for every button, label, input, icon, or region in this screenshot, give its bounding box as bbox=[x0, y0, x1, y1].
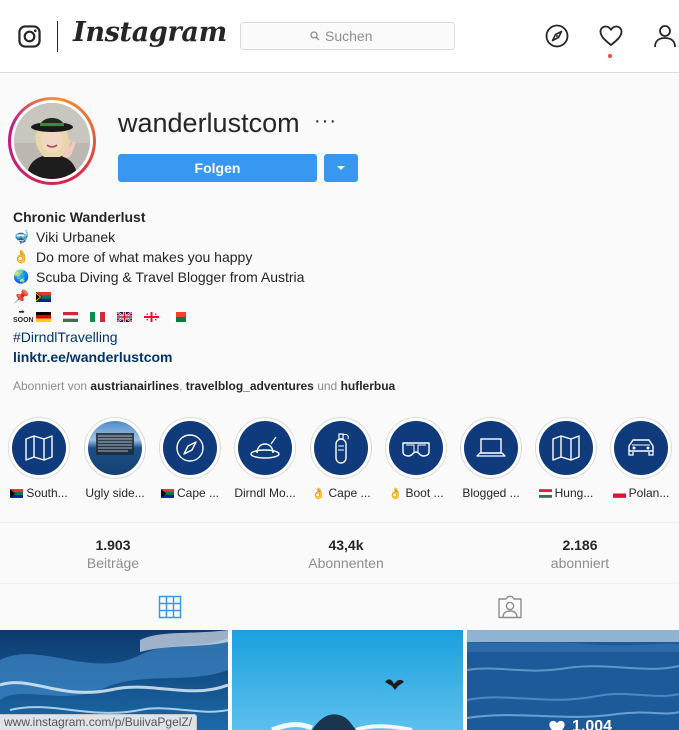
laptop-icon bbox=[476, 438, 506, 457]
following-count[interactable]: 2.186 abonniert bbox=[510, 537, 650, 571]
highlight-label: Polan... bbox=[628, 486, 670, 500]
like-count-overlay: 1.004 bbox=[548, 718, 612, 730]
highlight-label: Hung... bbox=[554, 486, 594, 500]
tab-posts-grid[interactable] bbox=[0, 585, 340, 629]
search-input[interactable] bbox=[325, 28, 385, 44]
hungary-flag-icon bbox=[63, 312, 78, 322]
profile-tabs bbox=[0, 585, 679, 629]
georgia-flag-icon bbox=[144, 312, 159, 322]
highlight-item[interactable]: 👌 Boot ... bbox=[385, 417, 447, 500]
hungary-flag-icon bbox=[538, 489, 552, 499]
bio-line-1: 🤿 Viki Urbanek bbox=[13, 229, 116, 245]
highlight-label: South... bbox=[26, 486, 68, 500]
italy-flag-icon bbox=[90, 312, 105, 322]
south-africa-flag-icon bbox=[36, 292, 51, 302]
profile-username: wanderlustcom bbox=[118, 108, 300, 138]
tagged-person-icon bbox=[497, 595, 522, 619]
ok-hand-emoji-icon: 👌 bbox=[388, 488, 403, 500]
poland-flag-icon bbox=[612, 489, 626, 499]
profile-avatar-ring[interactable] bbox=[8, 97, 96, 185]
ok-hand-emoji-icon: 👌 bbox=[311, 488, 326, 500]
highlight-label: Boot ... bbox=[405, 486, 444, 500]
highlight-label: Cape ... bbox=[176, 486, 220, 500]
instagram-wordmark[interactable]: Instagram bbox=[73, 17, 227, 48]
germany-flag-icon bbox=[36, 312, 51, 322]
hat-icon bbox=[250, 436, 280, 459]
profile-stats: 1.903 Beiträge 43,4k Abonnenten 2.186 ab… bbox=[0, 522, 679, 584]
highlight-item[interactable]: Polan... bbox=[610, 417, 672, 500]
soon-arrow-icon: ➡ SOON bbox=[13, 309, 34, 324]
post-thumbnail[interactable] bbox=[232, 630, 463, 730]
bio-line-3: 🌏 Scuba Diving & Travel Blogger from Aus… bbox=[13, 269, 305, 285]
browser-status-url: www.instagram.com/p/BuiivaPgelZ/ bbox=[0, 714, 198, 730]
bio-website-row: linktr.ee/wanderlustcom bbox=[13, 347, 304, 367]
south-africa-flag-icon bbox=[160, 489, 174, 499]
activity-heart-icon[interactable] bbox=[599, 24, 623, 48]
profile-bio: Chronic Wanderlust 🤿 Viki Urbanek 👌 Do m… bbox=[13, 207, 304, 367]
compass-icon bbox=[176, 434, 204, 462]
chevron-down-icon bbox=[337, 166, 345, 170]
scuba-tank-icon bbox=[335, 433, 349, 464]
ocean-photo-icon bbox=[96, 433, 134, 455]
highlight-item[interactable]: Cape ... bbox=[159, 417, 221, 500]
suggested-accounts-dropdown-button[interactable] bbox=[324, 154, 358, 182]
highlight-item[interactable]: 👌 Cape ... bbox=[310, 417, 372, 500]
ok-hand-emoji-icon: 👌 bbox=[13, 249, 30, 264]
profile-person-icon[interactable] bbox=[653, 24, 677, 48]
followed-by-user-1[interactable]: austrianairlines bbox=[90, 379, 179, 393]
highlight-item[interactable]: Blogged ... bbox=[460, 417, 522, 500]
uk-flag-icon bbox=[117, 312, 132, 322]
grid-icon bbox=[158, 595, 182, 619]
tab-tagged[interactable] bbox=[340, 585, 679, 629]
bio-line-2: 👌 Do more of what makes you happy bbox=[13, 249, 253, 265]
search-icon bbox=[310, 31, 320, 41]
instagram-logo-icon[interactable] bbox=[18, 25, 41, 48]
map-icon bbox=[552, 435, 580, 461]
top-navigation: Instagram bbox=[0, 0, 679, 73]
bio-line-5: ➡ SOON bbox=[13, 307, 304, 327]
followed-by-user-3[interactable]: huflerbua bbox=[341, 379, 396, 393]
avatar bbox=[14, 103, 90, 179]
highlight-item[interactable]: Dirndl Mo... bbox=[234, 417, 296, 500]
bio-hashtag-link[interactable]: #DirndlTravelling bbox=[13, 327, 118, 347]
globe-emoji-icon: 🌏 bbox=[13, 269, 30, 284]
diver-emoji-icon: 🤿 bbox=[13, 229, 30, 244]
pushpin-emoji-icon: 📌 bbox=[13, 289, 30, 304]
bio-line-4: 📌 bbox=[13, 287, 304, 307]
highlight-item[interactable]: Ugly side... bbox=[84, 417, 146, 500]
like-count: 1.004 bbox=[572, 718, 613, 730]
madagascar-flag-icon bbox=[171, 312, 186, 322]
explore-compass-icon[interactable] bbox=[545, 24, 569, 48]
map-icon bbox=[25, 435, 53, 461]
highlight-label: Cape ... bbox=[328, 486, 371, 500]
notification-dot bbox=[608, 54, 612, 58]
highlight-item[interactable]: South... bbox=[8, 417, 70, 500]
bio-hashtag-row: #DirndlTravelling bbox=[13, 327, 304, 347]
followed-by-text: Abonniert von austrianairlines, travelbl… bbox=[13, 379, 396, 393]
posts-count: 1.903 Beiträge bbox=[86, 537, 140, 571]
bio-website-link[interactable]: linktr.ee/wanderlustcom bbox=[13, 347, 173, 367]
car-icon bbox=[628, 439, 654, 456]
search-box[interactable] bbox=[240, 22, 455, 50]
post-thumbnail[interactable] bbox=[467, 630, 679, 730]
heart-icon bbox=[549, 720, 565, 730]
open-sea-photo bbox=[467, 630, 679, 730]
south-africa-flag-icon bbox=[10, 489, 24, 499]
bio-name: Chronic Wanderlust bbox=[13, 209, 146, 225]
more-options-button[interactable]: ··· bbox=[314, 110, 337, 133]
avatar-photo bbox=[14, 103, 90, 179]
followed-by-user-2[interactable]: travelblog_adventures bbox=[186, 379, 314, 393]
nav-divider bbox=[57, 21, 58, 52]
dive-mask-icon bbox=[402, 442, 430, 457]
follow-button[interactable]: Folgen bbox=[118, 154, 317, 182]
highlight-item[interactable]: Hung... bbox=[535, 417, 597, 500]
sky-bird-photo bbox=[232, 630, 463, 730]
followers-count[interactable]: 43,4k Abonnenten bbox=[276, 537, 416, 571]
